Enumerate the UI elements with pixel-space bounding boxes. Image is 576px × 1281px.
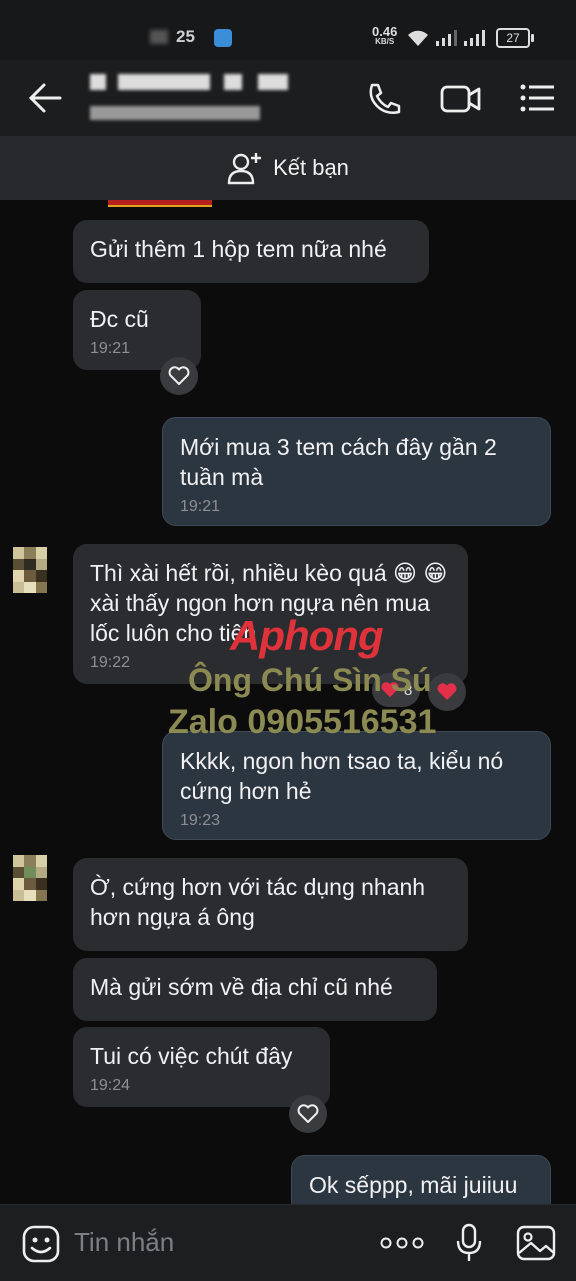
react-heart-button[interactable]: [160, 357, 198, 395]
add-friend-label: Kết bạn: [273, 155, 349, 180]
menu-icon[interactable]: [520, 84, 556, 112]
message-input[interactable]: Tin nhắn: [74, 1227, 174, 1258]
message-bubble-outgoing[interactable]: Kkkk, ngon hơn tsao ta, kiểu nó cứng hơn…: [162, 731, 551, 840]
image-gallery-icon[interactable]: [516, 1225, 556, 1261]
reaction-summary[interactable]: 8: [372, 673, 421, 707]
call-icon[interactable]: [366, 82, 402, 116]
react-heart-button[interactable]: [428, 673, 466, 711]
message-bubble-incoming[interactable]: Tui có việc chút đây 19:24: [73, 1027, 330, 1107]
avatar[interactable]: [13, 855, 47, 901]
message-bubble-incoming[interactable]: Mà gửi sớm về địa chỉ cũ nhé: [73, 958, 437, 1021]
avatar[interactable]: [13, 547, 47, 593]
message-text: Mới mua 3 tem cách đây gần 2 tuần mà: [180, 434, 497, 490]
emoji-sticker-icon[interactable]: [22, 1225, 60, 1263]
signal-2-icon: [464, 30, 485, 46]
react-heart-button[interactable]: [289, 1095, 327, 1133]
message-text: Mà gửi sớm về địa chỉ cũ nhé: [90, 974, 393, 1000]
status-bar: 25 0.46 KB/S 27: [0, 0, 576, 60]
back-arrow-icon[interactable]: [28, 82, 62, 114]
message-time: 19:23: [180, 812, 221, 829]
status-time: 25: [176, 27, 195, 46]
message-time: 19:22: [90, 654, 131, 671]
heart-filled-icon: [437, 683, 457, 700]
message-text: Tui có việc chút đây: [90, 1043, 293, 1069]
reaction-count: 8: [404, 681, 413, 699]
chat-header: [0, 60, 576, 136]
status-icon-blurred: [150, 30, 168, 44]
image-message-edge[interactable]: [108, 200, 212, 207]
heart-filled-icon: [381, 682, 399, 698]
add-friend-icon: [227, 153, 262, 185]
message-time: 19:24: [90, 1077, 131, 1094]
message-text: Ờ, cứng hơn với tác dụng nhanh hơn ngựa …: [90, 874, 426, 930]
app-notification-icon: [214, 29, 232, 47]
battery-indicator: 27: [496, 28, 534, 48]
message-bubble-outgoing[interactable]: Mới mua 3 tem cách đây gần 2 tuần mà 19:…: [162, 417, 551, 526]
message-time: 19:21: [180, 498, 221, 515]
add-friend-bar[interactable]: Kết bạn: [0, 136, 576, 200]
video-call-icon[interactable]: [440, 84, 482, 114]
wifi-icon: [408, 30, 428, 46]
message-text: Thì xài hết rồi, nhiều kèo quá 😁 😁 xài t…: [90, 560, 448, 646]
message-text: Gửi thêm 1 hộp tem nữa nhé: [90, 236, 387, 262]
message-text: Ok sếppp, mãi juiiuu: [309, 1172, 518, 1198]
message-composer: Tin nhắn: [0, 1204, 576, 1281]
message-bubble-incoming[interactable]: Ờ, cứng hơn với tác dụng nhanh hơn ngựa …: [73, 858, 468, 951]
message-text: Đc cũ: [90, 306, 149, 332]
heart-outline-icon: [297, 1104, 319, 1123]
microphone-icon[interactable]: [456, 1223, 482, 1263]
heart-outline-icon: [168, 366, 190, 385]
message-bubble-incoming[interactable]: Thì xài hết rồi, nhiều kèo quá 😁 😁 xài t…: [73, 544, 468, 684]
message-bubble-incoming[interactable]: Gửi thêm 1 hộp tem nữa nhé: [73, 220, 429, 283]
signal-icon: [436, 30, 457, 46]
message-time: 19:21: [90, 340, 131, 357]
message-text: Kkkk, ngon hơn tsao ta, kiểu nó cứng hơn…: [180, 748, 504, 804]
network-speed: 0.46 KB/S: [372, 24, 398, 46]
more-options-icon[interactable]: [380, 1237, 424, 1249]
